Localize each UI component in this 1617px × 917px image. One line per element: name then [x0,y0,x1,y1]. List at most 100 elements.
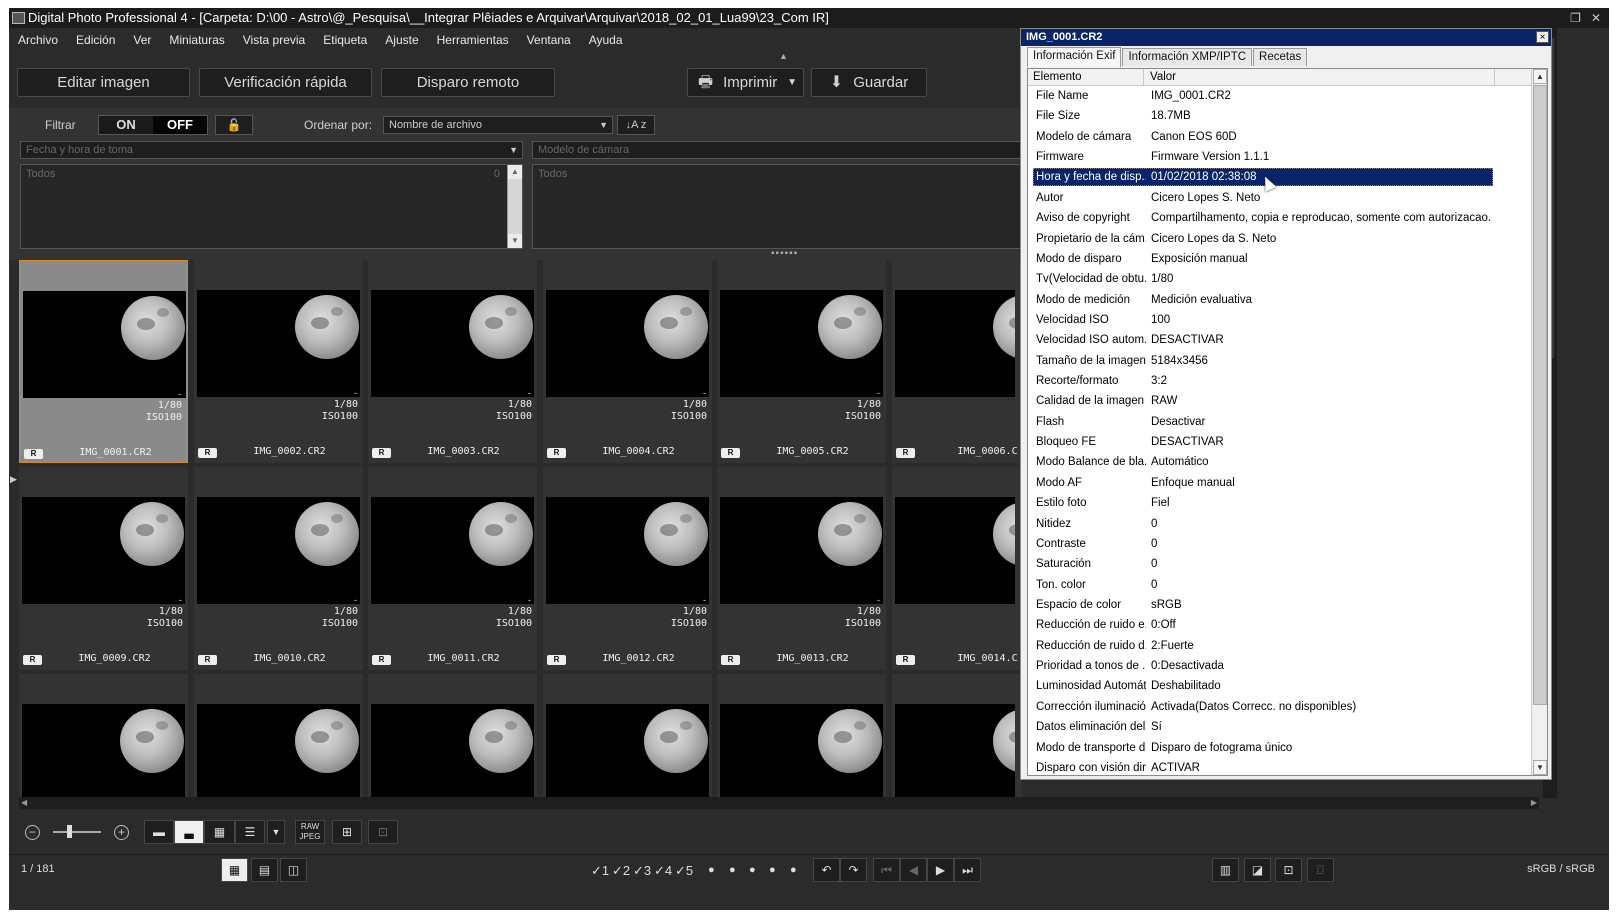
thumbnail[interactable]: -1/80 ISO100 R IMG_0002.CR2 [194,260,363,463]
menu-ajuste[interactable]: Ajuste [376,30,427,50]
exif-row[interactable]: Tv(Velocidad de obtu... 1/80 [1028,269,1531,289]
next-image-icon[interactable]: ▶ [927,858,954,882]
tab-xmp-iptc[interactable]: Información XMP/IPTC [1122,48,1253,66]
camera-filter-list[interactable]: Todos [532,164,1022,249]
scrollbar-thumb[interactable] [1533,85,1547,705]
close-window-icon[interactable]: ✕ [1591,8,1601,28]
exif-row[interactable]: Luminosidad Automát... Deshabilitado [1028,676,1531,696]
menu-etiqueta[interactable]: Etiqueta [314,30,376,50]
layout-dotted-icon[interactable]: ⊡ [368,820,398,844]
lock-icon[interactable]: 🔓 [215,115,253,135]
thumbnail[interactable] [368,674,537,797]
splitter-handle[interactable]: ▪▪▪▪▪▪ [771,248,798,259]
first-image-icon[interactable]: ⏮ [873,858,900,882]
save-button[interactable]: ⬇ Guardar [811,68,927,97]
print-dropdown-icon[interactable]: ▼ [787,69,797,96]
exif-row[interactable]: Calidad de la imagen RAW [1028,391,1531,411]
exif-row[interactable]: Reducción de ruido e... 0:Off [1028,615,1531,635]
menu-ver[interactable]: Ver [124,30,160,50]
exif-row[interactable]: Modo de disparo Exposición manual [1028,249,1531,269]
column-header-item[interactable]: Elemento [1028,69,1144,86]
view-grid-icon[interactable]: ▦ [204,820,235,844]
exif-row[interactable]: Espacio de color sRGB [1028,595,1531,615]
view-list-icon[interactable]: ☰ [235,820,265,844]
preview-layout-icon[interactable]: ▤ [251,858,278,882]
list-item-all[interactable]: Todos [538,168,567,180]
thumbnail[interactable]: -1/80 ISO100 R IMG_0011.CR2 [368,467,537,670]
exif-row[interactable]: Tamaño de la imagen 5184x3456 [1028,351,1531,371]
zoom-slider-knob[interactable] [67,825,72,838]
thumbnail[interactable]: R IMG_0006.C [892,260,1022,463]
exif-row[interactable]: Ton. color 0 [1028,575,1531,595]
thumbnail[interactable]: -1/80 ISO100 R IMG_0012.CR2 [543,467,712,670]
rotate-right-icon[interactable]: ↷ [840,858,867,882]
menu-archivo[interactable]: Archivo [9,30,67,50]
camera-icon[interactable]: ⌼ [1307,858,1334,882]
layout-grid-icon[interactable]: ⊞ [332,820,362,844]
exif-row[interactable]: File Name IMG_0001.CR2 [1028,86,1531,106]
exif-row[interactable]: Flash Desactivar [1028,412,1531,432]
sort-order-button[interactable]: ↓A z [617,115,655,135]
exif-row[interactable]: Aviso de copyright Compartilhamento, copi… [1028,208,1531,228]
menu-ayuda[interactable]: Ayuda [580,30,632,50]
exif-row[interactable]: Modo AF Enfoque manual [1028,473,1531,493]
view-medium-icon[interactable]: ▃ [174,820,204,844]
collapse-toolbar-icon[interactable]: ▲ [779,51,788,61]
exif-row[interactable]: Corrección iluminació... Activada(Datos C… [1028,697,1531,717]
thumbnail[interactable] [717,674,886,797]
scroll-down-icon[interactable]: ▼ [508,234,522,248]
exif-row[interactable]: Velocidad ISO autom... DESACTIVAR [1028,330,1531,350]
sort-select[interactable]: Nombre de archivo ▼ [383,116,613,134]
scroll-right-icon[interactable]: ▶ [1531,797,1537,809]
exif-row[interactable]: File Size 18.7MB [1028,106,1531,126]
thumbnail[interactable]: -1/80 ISO100 R IMG_0010.CR2 [194,467,363,670]
filter-off[interactable]: OFF [153,116,207,134]
thumbnail[interactable]: -1/80 ISO100 R IMG_0003.CR2 [368,260,537,463]
menu-miniaturas[interactable]: Miniaturas [160,30,233,50]
thumbnail[interactable] [19,674,188,797]
exif-row[interactable]: Datos eliminación del... Sí [1028,717,1531,737]
exif-row[interactable]: Modelo de cámara Canon EOS 60D [1028,127,1531,147]
star-dot-4[interactable]: ● [769,864,776,876]
thumbnail[interactable]: -1/80 ISO100 R IMG_0004.CR2 [543,260,712,463]
raw-jpeg-button[interactable]: RAW JPEG [295,820,325,844]
exif-row[interactable]: Saturación 0 [1028,554,1531,574]
focus-point-icon[interactable]: ⊡ [1275,858,1302,882]
scroll-up-icon[interactable]: ▲ [508,165,522,179]
star-dot-3[interactable]: ● [749,864,756,876]
menu-ventana[interactable]: Ventana [518,30,580,50]
close-icon[interactable]: × [1536,31,1549,43]
rating-1-button[interactable]: ✓1 [591,863,609,879]
zoom-slider[interactable] [53,831,101,833]
scroll-down-icon[interactable]: ▼ [1533,760,1547,775]
histogram-icon[interactable]: ▥ [1212,858,1239,882]
quick-check-button[interactable]: Verificación rápida [199,68,372,97]
tone-curve-icon[interactable]: ◪ [1244,858,1271,882]
tab-exif[interactable]: Información Exif [1027,47,1122,67]
exif-row[interactable]: Bloqueo FE DESACTIVAR [1028,432,1531,452]
exif-row[interactable]: Disparo con visión dir... ACTIVAR [1028,758,1531,775]
last-image-icon[interactable]: ⏭ [954,858,981,882]
thumbnail[interactable] [543,674,712,797]
previous-image-icon[interactable]: ◀ [900,858,927,882]
exif-row[interactable]: Reducción de ruido d... 2:Fuerte [1028,636,1531,656]
edit-image-button[interactable]: Editar imagen [17,68,190,97]
view-large-icon[interactable]: ▬ [144,820,174,844]
thumbnail[interactable] [194,674,363,797]
rating-4-button[interactable]: ✓4 [654,863,672,879]
exif-row[interactable]: Modo de medición Medición evaluativa [1028,290,1531,310]
menu-vista-previa[interactable]: Vista previa [234,30,314,50]
split-layout-icon[interactable]: ◫ [280,858,307,882]
exif-row[interactable]: Modo Balance de bla... Automático [1028,452,1531,472]
zoom-out-icon[interactable]: − [25,825,40,840]
exif-row[interactable]: Nitidez 0 [1028,514,1531,534]
thumbnail[interactable]: -1/80 ISO100 R IMG_0001.CR2 [19,260,188,463]
thumbnail[interactable]: -1/80 ISO100 R IMG_0005.CR2 [717,260,886,463]
star-dot-5[interactable]: ● [790,864,797,876]
column-header-value[interactable]: Valor [1145,69,1495,86]
tab-recetas[interactable]: Recetas [1253,48,1308,66]
exif-row[interactable]: Hora y fecha de disp... 01/02/2018 02:38:… [1028,167,1531,187]
rating-5-button[interactable]: ✓5 [675,863,693,879]
thumbnail[interactable] [892,674,1022,797]
exif-scrollbar[interactable]: ▲ ▼ [1531,69,1547,775]
